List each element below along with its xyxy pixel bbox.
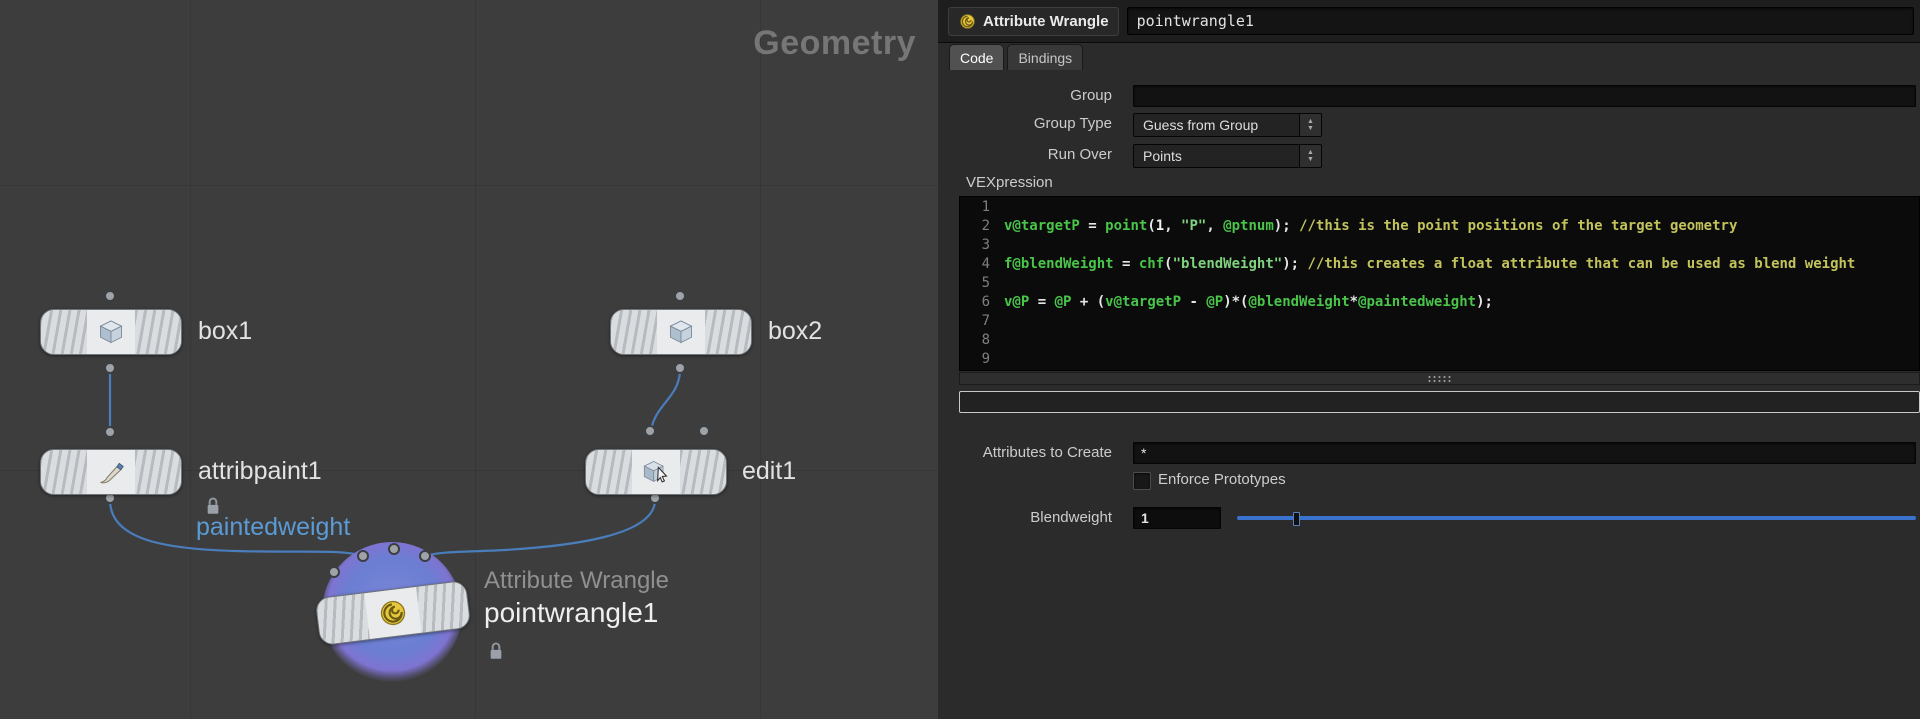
node-edit1[interactable]: [585, 449, 727, 495]
connector-dot[interactable]: [674, 290, 686, 302]
connector-dot[interactable]: [357, 550, 369, 562]
parameter-pane: Attribute Wrangle Code Bindings Group Gr…: [938, 0, 1920, 719]
group-type-label: Group Type: [938, 113, 1112, 135]
paintbrush-icon: [87, 450, 135, 494]
wrangle-icon: [958, 12, 977, 31]
node-box2[interactable]: [610, 309, 752, 355]
group-type-select[interactable]: Guess from Group ▲▼: [1133, 113, 1322, 137]
node-flag-left[interactable]: [41, 450, 87, 494]
code-lines: v@targetP = point(1, "P", @ptnum); //thi…: [998, 197, 1919, 370]
node-label-attribpaint1: attribpaint1: [198, 457, 322, 486]
node-type-label-pointwrangle1: Attribute Wrangle: [484, 567, 669, 595]
spinner-arrows-icon[interactable]: ▲▼: [1299, 114, 1321, 136]
node-label-box2: box2: [768, 317, 822, 346]
group-label: Group: [938, 85, 1112, 107]
expression-bar[interactable]: [959, 391, 1920, 413]
tab-bindings[interactable]: Bindings: [1007, 44, 1083, 70]
node-flag-right[interactable]: [416, 581, 470, 633]
node-flag-right[interactable]: [680, 450, 726, 494]
node-flag-left[interactable]: [316, 593, 370, 645]
run-over-value: Points: [1134, 145, 1299, 167]
vexpression-code-editor[interactable]: 123456789 v@targetP = point(1, "P", @ptn…: [959, 196, 1920, 371]
node-flag-right[interactable]: [135, 450, 181, 494]
houdini-window: Geometry: [0, 0, 1920, 719]
edit-cube-icon: [632, 450, 680, 494]
vexpression-label: VEXpression: [966, 172, 1053, 194]
node-name-input[interactable]: [1127, 7, 1914, 35]
parameter-tabs: Code Bindings: [949, 44, 1083, 70]
node-label-box1: box1: [198, 317, 252, 346]
node-label-edit1: edit1: [742, 457, 796, 486]
attributes-to-create-label: Attributes to Create: [938, 442, 1112, 464]
group-input[interactable]: [1133, 85, 1916, 107]
node-type-chip[interactable]: Attribute Wrangle: [948, 7, 1119, 36]
run-over-label: Run Over: [938, 144, 1112, 166]
group-type-value: Guess from Group: [1134, 114, 1299, 136]
resize-grip-icon[interactable]: [1427, 375, 1453, 383]
spinner-arrows-icon[interactable]: ▲▼: [1299, 145, 1321, 167]
blendweight-slider[interactable]: [1237, 508, 1916, 528]
enforce-prototypes-label: Enforce Prototypes: [1158, 469, 1286, 491]
connector-dot[interactable]: [388, 543, 400, 555]
box-icon: [87, 310, 135, 354]
tab-code[interactable]: Code: [949, 44, 1004, 70]
blendweight-label: Blendweight: [938, 507, 1112, 529]
wire-label-paintedweight: paintedweight: [196, 513, 350, 542]
node-flag-left[interactable]: [41, 310, 87, 354]
slider-track[interactable]: [1237, 516, 1916, 520]
connector-dot[interactable]: [674, 362, 686, 374]
box-icon: [657, 310, 705, 354]
node-flag-left[interactable]: [586, 450, 632, 494]
connector-dot[interactable]: [698, 425, 710, 437]
slider-handle[interactable]: [1293, 512, 1300, 526]
enforce-prototypes-checkbox[interactable]: [1133, 472, 1151, 490]
node-flag-left[interactable]: [611, 310, 657, 354]
run-over-select[interactable]: Points ▲▼: [1133, 144, 1322, 168]
wrangle-icon: [364, 587, 421, 639]
connector-dot[interactable]: [104, 362, 116, 374]
lock-icon: [487, 641, 505, 661]
node-label-pointwrangle1: pointwrangle1: [484, 597, 658, 629]
connector-dot[interactable]: [104, 426, 116, 438]
connector-dot[interactable]: [644, 425, 656, 437]
network-editor[interactable]: Geometry: [0, 0, 939, 719]
editor-resize-bar[interactable]: [959, 372, 1920, 385]
node-attribpaint1[interactable]: [40, 449, 182, 495]
node-box1[interactable]: [40, 309, 182, 355]
connector-dot[interactable]: [328, 566, 340, 578]
connector-dot[interactable]: [104, 290, 116, 302]
connector-dot[interactable]: [419, 550, 431, 562]
attributes-to-create-input[interactable]: [1133, 442, 1916, 464]
blendweight-input[interactable]: [1133, 507, 1221, 529]
node-type-label: Attribute Wrangle: [983, 13, 1109, 30]
parameter-header: Attribute Wrangle: [938, 0, 1920, 43]
node-flag-right[interactable]: [705, 310, 751, 354]
node-flag-right[interactable]: [135, 310, 181, 354]
code-gutter: 123456789: [960, 197, 998, 370]
